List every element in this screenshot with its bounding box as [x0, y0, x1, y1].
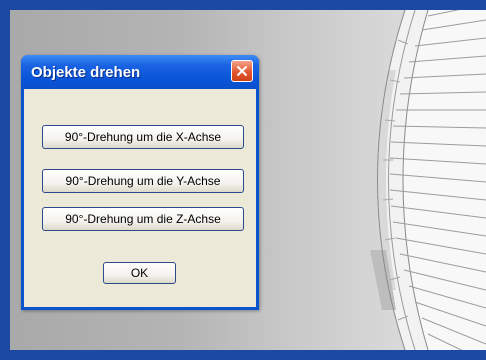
rotate-objects-dialog: Objekte drehen 90°-Drehung um die X-Achs… [21, 55, 259, 310]
rotate-y-button[interactable]: 90°-Drehung um die Y-Achse [42, 169, 244, 193]
dialog-titlebar[interactable]: Objekte drehen [21, 55, 259, 89]
dialog-title: Objekte drehen [31, 64, 141, 81]
close-icon [236, 65, 248, 77]
rotate-z-button[interactable]: 90°-Drehung um die Z-Achse [42, 207, 244, 231]
ok-button[interactable]: OK [103, 262, 176, 284]
dialog-body: 90°-Drehung um die X-Achse 90°-Drehung u… [24, 89, 256, 307]
rotate-x-button[interactable]: 90°-Drehung um die X-Achse [42, 125, 244, 149]
close-button[interactable] [231, 60, 253, 82]
